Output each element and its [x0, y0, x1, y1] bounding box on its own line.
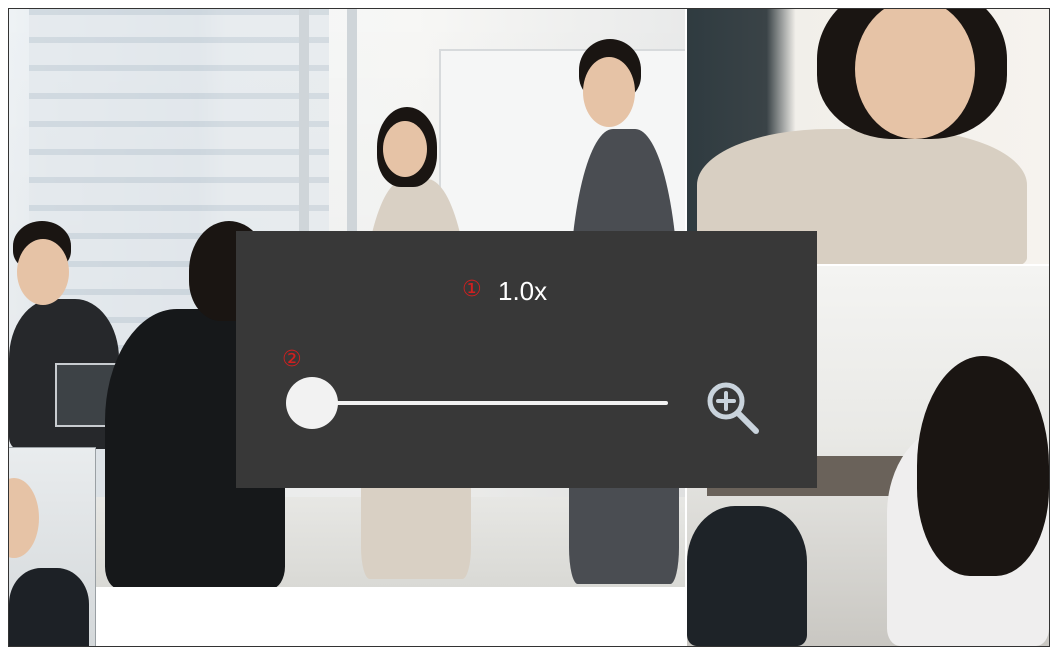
participant-man [9, 568, 89, 646]
zoom-in-icon [707, 382, 759, 434]
participant-seated-left [687, 506, 807, 646]
zoom-slider-thumb[interactable] [286, 377, 338, 429]
zoom-slider-track[interactable] [312, 401, 668, 405]
video-tile-bottom-left[interactable] [9, 447, 96, 646]
video-tile-top-right[interactable] [687, 9, 1049, 264]
callout-marker-2: ② [282, 347, 302, 372]
zoom-level-label: 1.0x [498, 276, 548, 306]
zoom-in-button[interactable] [698, 373, 768, 443]
callout-marker-1: ① [462, 277, 482, 302]
zoom-control-panel: ① 1.0x ② [236, 231, 817, 488]
